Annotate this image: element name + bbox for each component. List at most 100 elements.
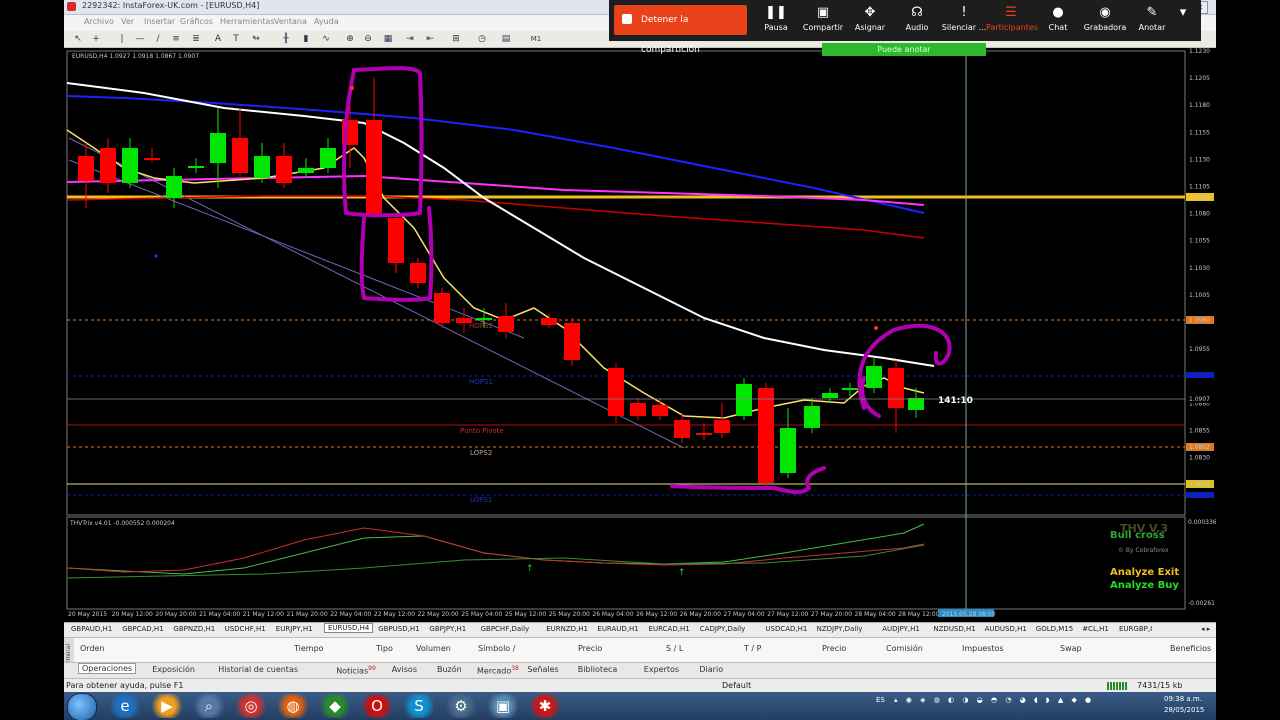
terminal-tab[interactable]: Noticias99 — [333, 665, 379, 676]
terminal-tab[interactable]: Avisos — [389, 665, 420, 674]
symbol-tab[interactable]: NZDJPY,Daily — [814, 625, 866, 633]
assign-button[interactable]: ✥ Asignar — [845, 3, 895, 39]
terminal-tab[interactable]: Operaciones — [78, 663, 137, 674]
symbol-tab[interactable]: EURCAD,H1 — [646, 625, 693, 633]
tray-icons[interactable]: ▴ ◉ ◈ ◍ ◐ ◑ ◒ ◓ ◔ ◕ ◖ ◗ ▲ ◆ ● — [894, 696, 1094, 704]
terminal-tab[interactable]: Buzón — [434, 665, 465, 674]
periods-icon[interactable]: ◷ — [476, 33, 488, 45]
symbol-tab[interactable]: GBPNZD,H1 — [170, 625, 218, 633]
bar-chart-icon[interactable]: ╫ — [280, 33, 292, 45]
channel-icon[interactable]: ≡ — [170, 33, 182, 45]
templates-icon[interactable]: ▤ — [500, 33, 512, 45]
symbol-tab[interactable]: USDCAD,H1 — [762, 625, 810, 633]
symbol-tab[interactable]: GOLD,M15 — [1033, 625, 1076, 633]
terminal-tab[interactable]: Biblioteca — [575, 665, 621, 674]
symbol-tab[interactable]: AUDJPY,H1 — [879, 625, 923, 633]
clock-date[interactable]: 28/05/2015 — [1164, 706, 1204, 714]
stop-sharing-button[interactable]: Detener la compartición — [614, 5, 747, 55]
terminal-tab[interactable]: Expertos — [641, 665, 682, 674]
firefox-icon[interactable]: ◍ — [276, 694, 310, 718]
text-tool-icon[interactable]: A — [212, 33, 224, 45]
menu-view[interactable]: Ver — [121, 17, 134, 26]
trendline-icon[interactable]: / — [152, 33, 164, 45]
ie-icon[interactable]: e — [108, 694, 142, 718]
recorder-button[interactable]: ◉ Grabadora — [1080, 3, 1130, 39]
crosshair-icon[interactable]: + — [90, 33, 102, 45]
symbol-tab[interactable]: GBPCAD,H1 — [119, 625, 166, 633]
participants-button[interactable]: ☰ Participantes — [986, 3, 1038, 39]
symbol-tab[interactable]: GBPUSD,H1 — [375, 625, 422, 633]
arrows-icon[interactable]: ↬ — [250, 33, 262, 45]
terminal-tab[interactable]: Mercado38 — [474, 665, 522, 676]
terminal-tab[interactable]: Señales — [524, 665, 561, 674]
tab-scroll-arrows[interactable]: ◂ ▸ — [1198, 625, 1213, 633]
opera-icon[interactable]: O — [360, 694, 394, 718]
symbol-tab[interactable]: EURUSD,H4 — [324, 623, 374, 633]
menu-insert[interactable]: Insertar — [144, 17, 175, 26]
menu-tools[interactable]: Herramientas — [220, 17, 275, 26]
skype-icon[interactable]: S — [402, 694, 436, 718]
media-player-icon[interactable]: ▶ — [150, 694, 184, 718]
symbol-tab[interactable]: GBPCHF,Daily — [478, 625, 533, 633]
forex-icon[interactable]: ◆ — [318, 694, 352, 718]
menu-file[interactable]: Archivo — [84, 17, 114, 26]
symbol-tab[interactable]: EURJPY,H1 — [273, 625, 316, 633]
autoscroll-icon[interactable]: ⇥ — [404, 33, 416, 45]
more-options-button[interactable]: ▾ — [1171, 3, 1195, 39]
symbol-tab[interactable]: #CL,H1 — [1079, 625, 1112, 633]
zoom-out-icon[interactable]: ⊖ — [362, 33, 374, 45]
network-icon[interactable]: ⚙ — [444, 694, 478, 718]
terminal-column-header[interactable]: Símbolo / — [478, 644, 515, 653]
menu-window[interactable]: Ventana — [274, 17, 307, 26]
terminal-column-header[interactable]: T / P — [744, 644, 762, 653]
symbol-tab[interactable]: EURNZD,H1 — [543, 625, 591, 633]
instaforex-icon[interactable]: ✱ — [528, 694, 562, 718]
chart-shift-icon[interactable]: ⇤ — [424, 33, 436, 45]
terminal-column-header[interactable]: Swap — [1060, 644, 1082, 653]
terminal-column-header[interactable]: Orden — [80, 644, 105, 653]
pause-button[interactable]: ❚❚ Pausa — [751, 3, 801, 39]
horizontal-line-icon[interactable]: — — [134, 33, 146, 45]
annotate-button[interactable]: ✎ Anotar — [1127, 3, 1177, 39]
terminal-tab[interactable]: Historial de cuentas — [215, 665, 301, 674]
symbol-tab[interactable]: GBPJPY,H1 — [426, 625, 469, 633]
search-icon[interactable]: ⌕ — [192, 694, 226, 718]
tile-windows-icon[interactable]: ▦ — [382, 33, 394, 45]
audio-button[interactable]: ☊ Audio — [892, 3, 942, 39]
terminal-column-header[interactable]: Precio — [578, 644, 602, 653]
terminal-column-header[interactable]: Impuestos — [962, 644, 1004, 653]
timeframe-m1[interactable]: M1 — [530, 33, 542, 45]
terminal-column-header[interactable]: Tiempo — [294, 644, 324, 653]
menu-help[interactable]: Ayuda — [314, 17, 339, 26]
terminal-tab[interactable]: Diario — [696, 665, 726, 674]
symbol-tab[interactable]: EURAUD,H1 — [594, 625, 641, 633]
symbol-tab[interactable]: USDCHF,H1 — [222, 625, 269, 633]
label-tool-icon[interactable]: T — [230, 33, 242, 45]
terminal-column-header[interactable]: S / L — [666, 644, 683, 653]
chart-area[interactable]: ↑ ↑ 1.1230 1.1205 1.1180 1.1155 1.1130 1.1105 1… — [64, 48, 1216, 622]
symbol-tab[interactable]: NZDUSD,H1 — [930, 625, 978, 633]
symbol-tab[interactable]: GBPAUD,H1 — [68, 625, 115, 633]
fibonacci-icon[interactable]: ≣ — [190, 33, 202, 45]
zoom-in-icon[interactable]: ⊕ — [344, 33, 356, 45]
mute-button[interactable]: ! Silenciar ... — [939, 3, 989, 39]
chat-button[interactable]: ● Chat — [1033, 3, 1083, 39]
clock-time[interactable]: 09:38 a.m. — [1164, 695, 1202, 703]
terminal-column-header[interactable]: Precio — [822, 644, 846, 653]
language-indicator[interactable]: ES — [876, 696, 885, 704]
vm-icon[interactable]: ▣ — [486, 694, 520, 718]
terminal-column-header[interactable]: Volumen — [416, 644, 451, 653]
candle-chart-icon[interactable]: ▮ — [300, 33, 312, 45]
symbol-tab[interactable]: AUDUSD,H1 — [982, 625, 1030, 633]
start-button[interactable] — [67, 693, 97, 720]
indicators-icon[interactable]: ⊞ — [450, 33, 462, 45]
vertical-line-icon[interactable]: | — [116, 33, 128, 45]
line-chart-icon[interactable]: ∿ — [320, 33, 332, 45]
cursor-icon[interactable]: ↖ — [72, 33, 84, 45]
terminal-tab[interactable]: Exposición — [149, 665, 198, 674]
terminal-column-header[interactable]: Tipo — [376, 644, 393, 653]
symbol-tab[interactable]: EURGBP,I — [1116, 625, 1155, 633]
terminal-column-header[interactable]: Beneficios — [1170, 644, 1211, 653]
chrome-icon[interactable]: ◎ — [234, 694, 268, 718]
terminal-column-header[interactable]: Comisión — [886, 644, 923, 653]
